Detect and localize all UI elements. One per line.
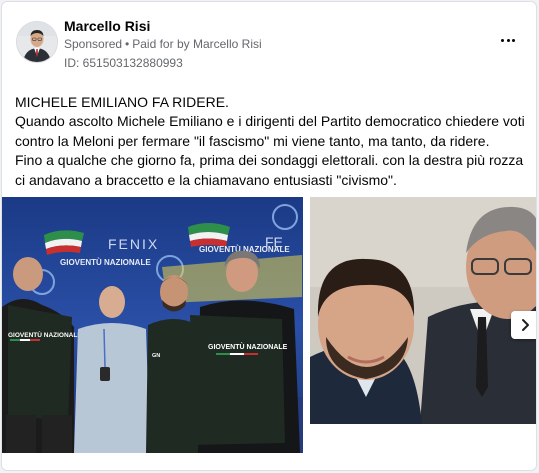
banner-flag-right xyxy=(188,223,230,247)
author-name[interactable]: Marcello Risi xyxy=(64,18,150,34)
meta-separator: • xyxy=(125,37,130,51)
sponsored-line: Sponsored • Paid for by Marcello Risi xyxy=(64,37,262,51)
more-dot xyxy=(506,38,510,42)
banner-flag-left xyxy=(44,230,84,255)
post-line: MICHELE EMILIANO FA RIDERE. xyxy=(15,94,229,110)
carousel-image-2[interactable] xyxy=(310,197,536,424)
ad-id: ID: 651503132880993 xyxy=(64,56,183,70)
avatar-portrait xyxy=(17,22,57,62)
more-dot xyxy=(512,38,516,42)
author-avatar[interactable] xyxy=(16,21,58,63)
banner-text-left: GIOVENTÙ NAZIONALE xyxy=(60,258,151,267)
post-line: ci andavano a braccetto e la chiamavano … xyxy=(15,171,397,188)
payer-name[interactable]: Marcello Risi xyxy=(193,37,262,51)
shirt-text-right: GIOVENTÙ NAZIONALE xyxy=(208,342,288,351)
banner-far: FE xyxy=(265,234,283,250)
post-line: contro la Meloni per fermare "il fascism… xyxy=(15,132,490,149)
sponsored-label: Sponsored xyxy=(64,37,123,51)
post-line: Quando ascolto Michele Emiliano e i diri… xyxy=(15,113,525,130)
post-line: Fino a qualche che giorno fa, prima dei … xyxy=(15,152,524,169)
more-horizontal-icon xyxy=(500,38,504,42)
stage-photo: GIOVENTÙ NAZIONALE FENIX GIOVENTÙ NAZION… xyxy=(2,197,303,453)
paid-for-label: Paid for by xyxy=(132,37,190,51)
svg-text:GN: GN xyxy=(152,353,160,359)
shirt-text-left: GIOVENTÙ NAZIONALE xyxy=(8,330,82,339)
banner-fenix: FENIX xyxy=(108,236,159,252)
post-text: MICHELE EMILIANO FA RIDERE. Quando ascol… xyxy=(15,93,530,190)
ad-post-card: Marcello Risi Sponsored • Paid for by Marc… xyxy=(1,1,537,471)
carousel-image-1[interactable]: GIOVENTÙ NAZIONALE FENIX GIOVENTÙ NAZION… xyxy=(2,197,303,453)
more-options-button[interactable] xyxy=(495,30,521,50)
closeup-photo xyxy=(310,197,536,424)
carousel-next-button[interactable] xyxy=(511,311,536,339)
chevron-right-icon xyxy=(522,319,529,331)
